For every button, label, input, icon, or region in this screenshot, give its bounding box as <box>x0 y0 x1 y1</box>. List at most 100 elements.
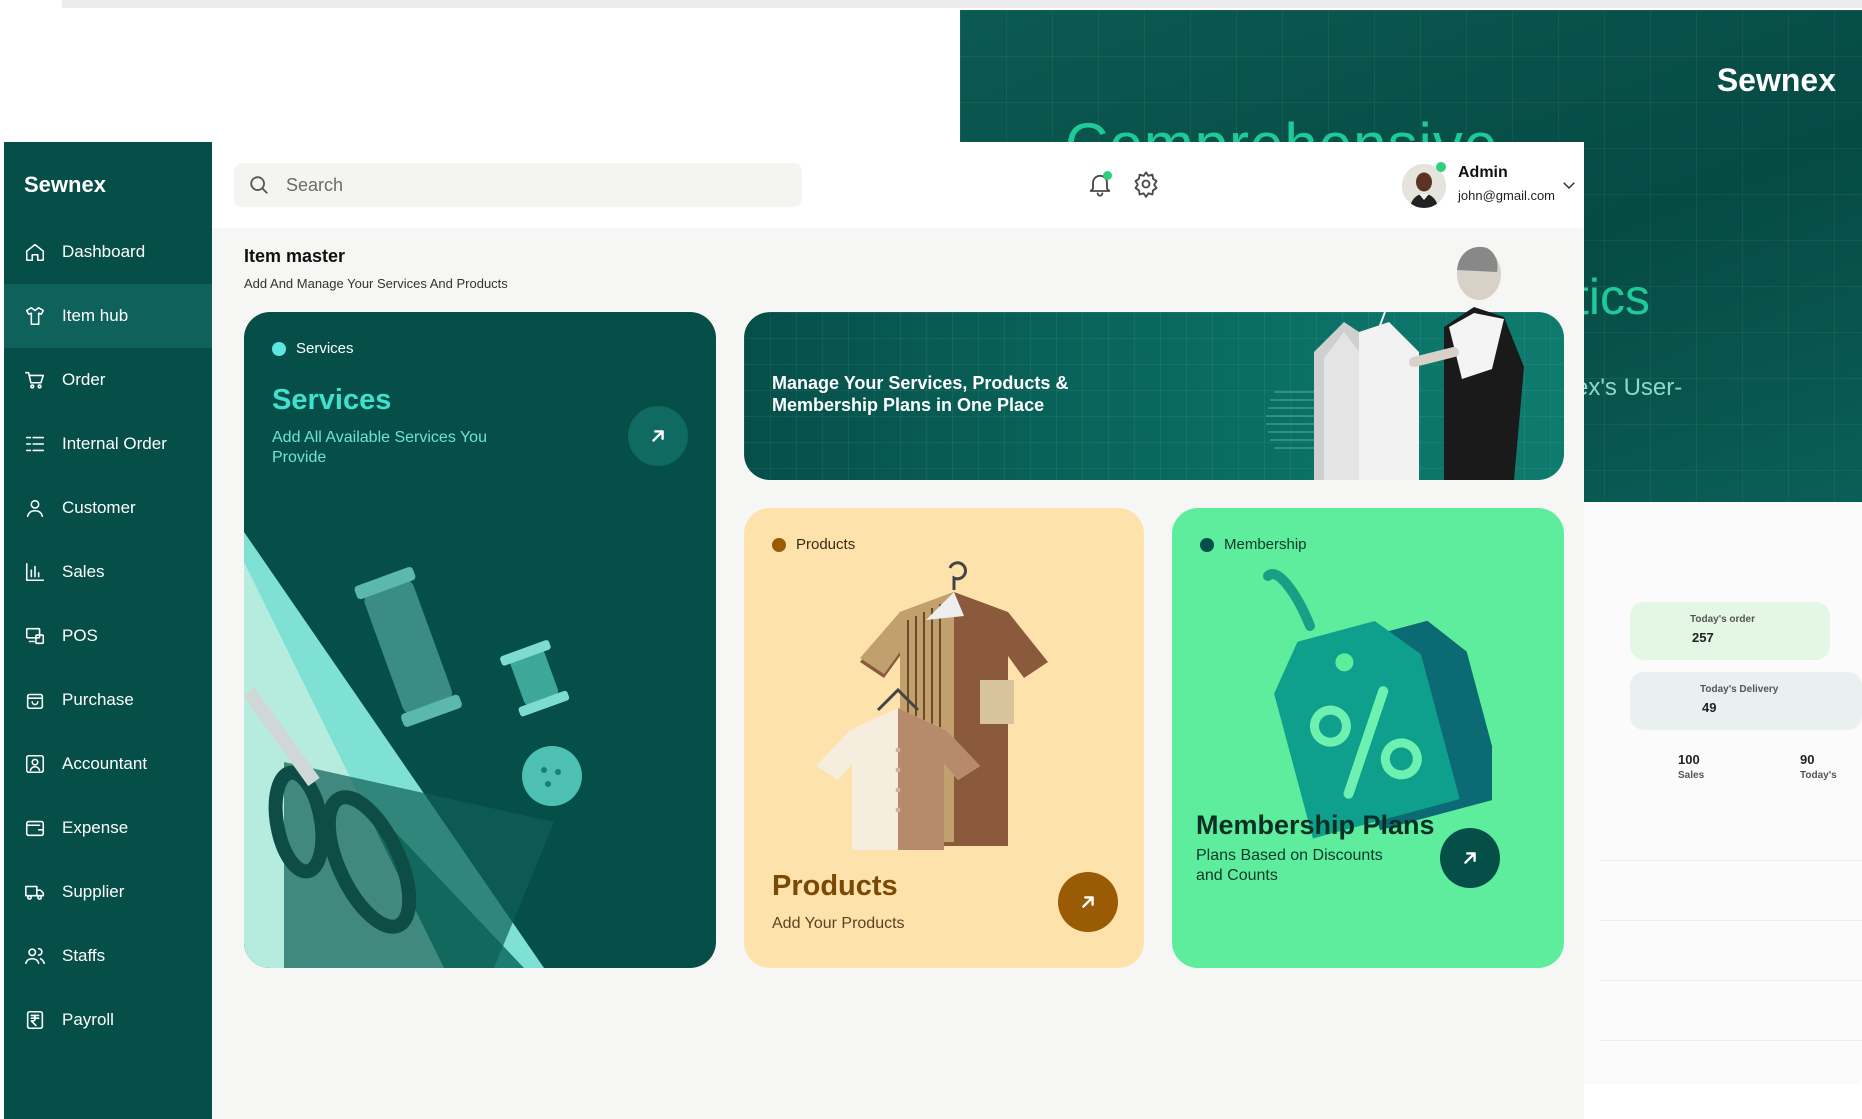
search-input[interactable] <box>286 174 766 196</box>
sidebar-item-label: Expense <box>62 818 129 837</box>
sidebar-item-label: Accountant <box>62 754 148 773</box>
arrow-up-right-icon <box>1082 896 1094 908</box>
banner-text: Manage Your Services, Products & Members… <box>772 373 1069 415</box>
background-stat-value: 100 <box>1678 752 1700 767</box>
gear-icon <box>1134 171 1158 198</box>
services-card[interactable]: Services Services Add All Available Serv… <box>244 312 716 968</box>
background-hero-text: tics <box>1575 269 1650 325</box>
membership-description: Plans Based on Discounts and Counts <box>1196 847 1383 884</box>
services-title: Services <box>272 384 392 416</box>
sidebar-item-pos[interactable]: POS <box>4 604 212 668</box>
products-description: Add Your Products <box>772 915 905 932</box>
sidebar-item-internal-order[interactable]: Internal Order <box>4 412 212 476</box>
bar-chart-icon <box>24 561 46 583</box>
notification-button[interactable] <box>1086 170 1116 200</box>
sidebar-item-payroll[interactable]: Payroll <box>4 988 212 1052</box>
list-icon <box>24 433 46 455</box>
sidebar-item-label: Order <box>62 370 106 389</box>
sidebar-item-expense[interactable]: Expense <box>4 796 212 860</box>
background-stat-label: Today's Delivery <box>1700 684 1779 695</box>
discount-tag-illustration <box>1263 569 1492 839</box>
sidebar-item-customer[interactable]: Customer <box>4 476 212 540</box>
sidebar-item-label: Dashboard <box>62 242 146 261</box>
membership-tag: Membership <box>1200 536 1307 553</box>
user-name: Admin <box>1458 164 1508 181</box>
users-icon <box>24 945 46 967</box>
rupee-icon <box>24 1009 46 1031</box>
background-stat-label: Today's order <box>1690 614 1755 625</box>
background-stat-label: Today's <box>1800 770 1837 781</box>
sidebar-item-dashboard[interactable]: Dashboard <box>4 220 212 284</box>
background-stat-value: 90 <box>1800 752 1815 767</box>
pos-icon <box>24 625 46 647</box>
background-table-row <box>1600 1040 1862 1041</box>
tag-label: Products <box>796 536 856 553</box>
arrow-up-right-icon <box>652 430 664 442</box>
membership-title: Membership Plans <box>1196 810 1435 840</box>
sidebar-item-order[interactable]: Order <box>4 348 212 412</box>
shirt-icon <box>24 305 46 327</box>
wallet-icon <box>24 817 46 839</box>
sidebar-item-sales[interactable]: Sales <box>4 540 212 604</box>
sidebar-item-label: Purchase <box>62 690 134 709</box>
sidebar-item-label: Staffs <box>62 946 106 965</box>
app-window: Sewnex Dashboard Item hub Order Internal… <box>4 142 1584 1119</box>
search-icon <box>250 176 268 194</box>
tailor-photo-illustration <box>1266 246 1524 480</box>
sidebar-item-supplier[interactable]: Supplier <box>4 860 212 924</box>
background-top-line <box>62 0 1862 8</box>
products-open-button[interactable] <box>1058 872 1118 932</box>
user-menu-toggle[interactable] <box>1560 176 1578 194</box>
services-open-button[interactable] <box>628 406 688 466</box>
products-card[interactable]: Products Products Add Your Products <box>744 508 1144 968</box>
sidebar-item-label: Sales <box>62 562 105 581</box>
products-tag: Products <box>772 536 855 553</box>
user-email: john@gmail.com <box>1458 188 1556 203</box>
sidebar-item-label: Item hub <box>62 306 129 325</box>
home-icon <box>24 241 46 263</box>
sidebar-item-purchase[interactable]: Purchase <box>4 668 212 732</box>
online-status-dot <box>1436 162 1446 172</box>
tag-dot <box>272 341 286 356</box>
page-subtitle: Add And Manage Your Services And Product… <box>244 276 508 291</box>
bag-icon <box>24 689 46 711</box>
sidebar-item-item-hub[interactable]: Item hub <box>4 284 212 348</box>
sidebar-brand: Sewnex <box>24 172 106 197</box>
sidebar-item-label: POS <box>62 626 98 645</box>
background-dashboard-panel: Today's order 257 Today's Delivery 49 10… <box>1580 502 1862 1084</box>
services-description: Add All Available Services You Provide <box>272 429 487 466</box>
tag-label: Services <box>296 340 354 357</box>
background-order-pill <box>1630 602 1830 660</box>
services-tag: Services <box>272 340 354 357</box>
page-title: Item master <box>244 246 346 266</box>
sidebar-item-accountant[interactable]: Accountant <box>4 732 212 796</box>
tag-dot <box>1200 537 1214 552</box>
background-table-row <box>1600 980 1862 981</box>
tag-dot <box>772 537 786 552</box>
shirts-illustration <box>816 561 1048 850</box>
accountant-icon <box>24 753 46 775</box>
search-bar[interactable] <box>234 163 802 207</box>
sidebar-item-label: Customer <box>62 498 136 517</box>
membership-open-button[interactable] <box>1440 828 1500 888</box>
products-title: Products <box>772 870 898 902</box>
top-bar: Admin john@gmail.com <box>212 142 1584 228</box>
sidebar-item-label: Payroll <box>62 1010 114 1029</box>
membership-card[interactable]: Membership Membership Plans Plans Based … <box>1172 508 1564 968</box>
background-table-row <box>1600 920 1862 921</box>
sidebar-item-staffs[interactable]: Staffs <box>4 924 212 988</box>
sidebar: Sewnex Dashboard Item hub Order Internal… <box>4 142 212 1119</box>
sidebar-item-label: Supplier <box>62 882 125 901</box>
cart-icon <box>24 369 46 391</box>
notification-dot <box>1103 171 1112 180</box>
background-brand: Sewnex <box>1716 62 1836 98</box>
sidebar-item-label: Internal Order <box>62 434 167 453</box>
settings-button[interactable] <box>1132 170 1162 200</box>
promo-banner: Manage Your Services, Products & Members… <box>744 246 1564 480</box>
tag-label: Membership <box>1224 536 1307 553</box>
background-delivery-pill <box>1630 672 1862 730</box>
truck-icon <box>24 881 46 903</box>
user-icon <box>24 497 46 519</box>
sewing-tools-illustration <box>244 532 582 968</box>
background-stat-value: 257 <box>1692 630 1714 645</box>
